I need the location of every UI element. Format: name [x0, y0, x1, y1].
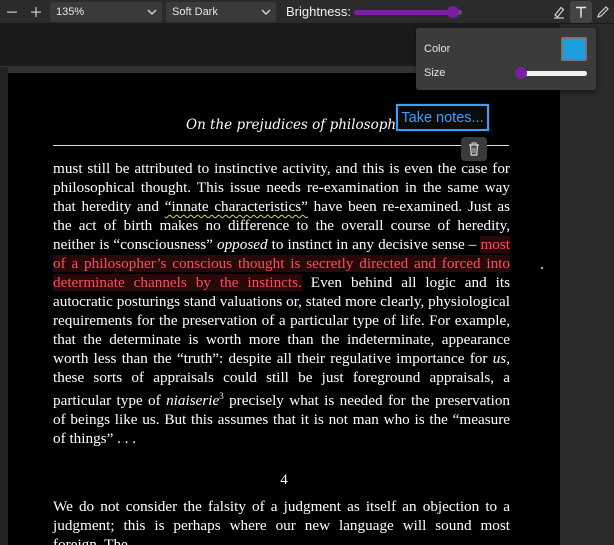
zoom-select[interactable]: 135% — [50, 1, 162, 22]
paragraph-1: must still be attributed to instinctive … — [53, 159, 510, 448]
stray-mark — [541, 267, 543, 269]
chevron-down-icon — [261, 8, 271, 15]
right-scroll-gutter[interactable] — [560, 24, 614, 545]
italic-us: us — [492, 350, 507, 367]
text-style-popover: Color Size — [416, 28, 596, 90]
header-rule — [53, 145, 509, 146]
color-swatch-button[interactable] — [561, 37, 587, 61]
section-number: 4 — [280, 472, 288, 488]
size-label: Size — [424, 67, 446, 79]
brightness-label: Brightness: — [286, 4, 352, 19]
zoom-in-plus-icon[interactable] — [26, 2, 46, 22]
italic-niaiserie: niaiserie — [166, 392, 220, 410]
paragraph-2: We do not consider the falsity of a judg… — [53, 498, 510, 545]
theme-value: Soft Dark — [172, 5, 218, 18]
brightness-thumb[interactable] — [447, 5, 460, 18]
theme-select[interactable]: Soft Dark — [166, 1, 276, 22]
take-notes-textbox[interactable]: Take notes... — [395, 103, 490, 132]
running-head: On the prejudices of philosophers — [186, 117, 418, 133]
brightness-slider[interactable] — [354, 5, 463, 19]
brightness-fill — [354, 9, 454, 15]
size-slider[interactable] — [515, 67, 587, 79]
left-gutter — [0, 67, 8, 545]
italic-opposed: opposed — [216, 236, 268, 253]
delete-annotation-button[interactable] — [461, 137, 487, 161]
zoom-out-minus-icon[interactable] — [2, 2, 22, 22]
underline-annotation[interactable]: “innate characteristics” — [165, 198, 308, 215]
zoom-value: 135% — [56, 5, 85, 18]
color-label: Color — [424, 43, 451, 55]
highlighter-icon[interactable] — [548, 1, 570, 23]
text-tool-icon[interactable] — [570, 1, 592, 23]
para1-part-c: to instinct in any decisive sense – — [267, 236, 481, 253]
chevron-down-icon — [147, 8, 157, 15]
size-thumb[interactable] — [515, 67, 527, 79]
trash-icon — [469, 142, 479, 156]
pen-icon[interactable] — [592, 1, 614, 23]
toolbar: 135% Soft Dark Brightness: — [0, 0, 614, 24]
